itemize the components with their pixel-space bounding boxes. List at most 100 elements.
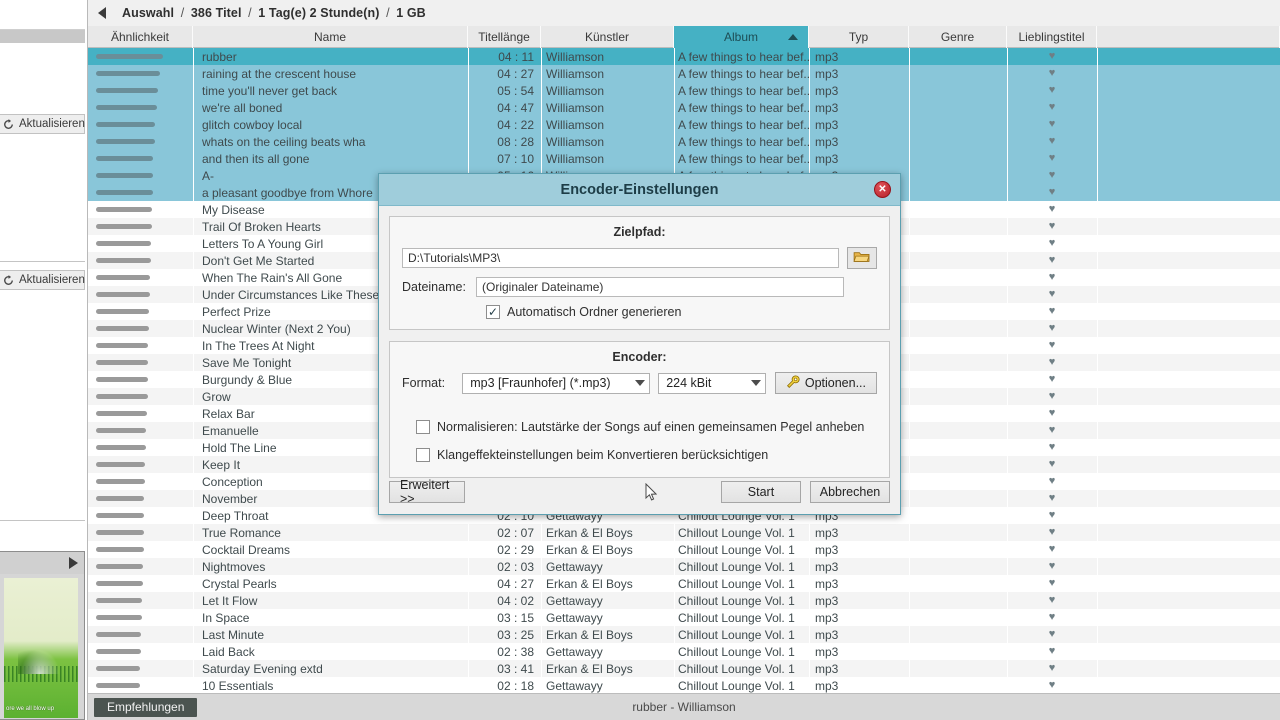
normalize-checkbox[interactable] [416, 420, 430, 434]
cancel-button[interactable]: Abbrechen [810, 481, 890, 503]
table-row[interactable]: 10 Essentials 02 : 18 Gettawayy Chillout Lo… [88, 677, 1280, 693]
column-header-sim[interactable]: Ähnlichkeit [88, 26, 193, 48]
heart-icon[interactable]: ♥ [1049, 408, 1056, 419]
table-row[interactable]: Nightmoves 02 : 03 Gettawayy Chillout Loung… [88, 558, 1280, 575]
heart-icon[interactable]: ♥ [1049, 544, 1056, 555]
back-arrow-icon[interactable] [88, 0, 116, 26]
folder-open-icon [853, 250, 871, 267]
heart-icon[interactable]: ♥ [1049, 323, 1056, 334]
table-row[interactable]: Saturday Evening extd 03 : 41 Erkan & El B… [88, 660, 1280, 677]
refresh-button-lower[interactable]: Aktualisieren [0, 270, 85, 290]
heart-icon[interactable]: ♥ [1049, 306, 1056, 317]
table-row[interactable]: whats on the ceiling beats wha 08 : 28 Wil… [88, 133, 1280, 150]
heart-icon[interactable]: ♥ [1049, 476, 1056, 487]
heart-icon[interactable]: ♥ [1049, 119, 1056, 130]
encoder-settings-dialog[interactable]: Encoder-Einstellungen ✕ Zielpfad: D:\Tut… [378, 173, 901, 515]
column-header-gen[interactable]: Genre [909, 26, 1007, 48]
heart-icon[interactable]: ♥ [1049, 102, 1056, 113]
heart-icon[interactable]: ♥ [1049, 680, 1056, 691]
refresh-label-upper: Aktualisieren [19, 118, 85, 130]
breadcrumb-selection[interactable]: Auswahl [122, 6, 174, 20]
column-header-extra[interactable] [1097, 26, 1280, 48]
column-header-typ[interactable]: Typ [809, 26, 909, 48]
heart-icon[interactable]: ♥ [1049, 51, 1056, 62]
heart-icon[interactable]: ♥ [1049, 612, 1056, 623]
options-button[interactable]: Optionen... [774, 372, 877, 394]
advanced-button[interactable]: Erweitert >> [389, 478, 465, 506]
table-row[interactable]: Let It Flow 04 : 02 Gettawayy Chillout Loun… [88, 592, 1280, 609]
heart-icon[interactable]: ♥ [1049, 289, 1056, 300]
table-row[interactable]: time you'll never get back 05 : 54 William… [88, 82, 1280, 99]
filename-input[interactable]: (Originaler Dateiname) [476, 277, 844, 297]
table-row[interactable]: we're all boned 04 : 47 Williamson A few th… [88, 99, 1280, 116]
table-row[interactable]: Cocktail Dreams 02 : 29 Erkan & El Boys Chi… [88, 541, 1280, 558]
heart-icon[interactable]: ♥ [1049, 68, 1056, 79]
heart-icon[interactable]: ♥ [1049, 425, 1056, 436]
target-path-input[interactable]: D:\Tutorials\MP3\ [402, 248, 840, 268]
sidebar-section-divider [0, 30, 85, 43]
heart-icon[interactable]: ♥ [1049, 340, 1056, 351]
table-row[interactable]: rubber 04 : 11 Williamson A few things to h… [88, 48, 1280, 65]
soundfx-row[interactable]: Klangeffekteinstellungen beim Konvertier… [416, 448, 877, 462]
play-icon[interactable] [69, 557, 78, 569]
heart-icon[interactable]: ♥ [1049, 204, 1056, 215]
table-row[interactable]: and then its all gone 07 : 10 Williamson A … [88, 150, 1280, 167]
cell-art: Williamson [546, 117, 605, 132]
album-art-preview-card[interactable]: ore we all blow up [0, 551, 85, 720]
start-button[interactable]: Start [721, 481, 801, 503]
column-header-art[interactable]: Künstler [541, 26, 674, 48]
bitrate-select[interactable]: 224 kBit [658, 372, 766, 394]
table-row[interactable]: glitch cowboy local 04 : 22 Williamson A fe… [88, 116, 1280, 133]
heart-icon[interactable]: ♥ [1049, 595, 1056, 606]
heart-icon[interactable]: ♥ [1049, 561, 1056, 572]
close-icon[interactable]: ✕ [874, 181, 891, 198]
table-row[interactable]: Laid Back 02 : 38 Gettawayy Chillout Lounge… [88, 643, 1280, 660]
heart-icon[interactable]: ♥ [1049, 221, 1056, 232]
heart-icon[interactable]: ♥ [1049, 187, 1056, 198]
heart-icon[interactable]: ♥ [1049, 442, 1056, 453]
normalize-row[interactable]: Normalisieren: Lautstärke der Songs auf … [416, 420, 877, 434]
auto-folder-row[interactable]: ✓ Automatisch Ordner generieren [486, 305, 877, 319]
column-header-len[interactable]: Titellänge [468, 26, 541, 48]
similarity-bar-cell [88, 99, 193, 116]
column-header-alb[interactable]: Album [674, 26, 809, 48]
heart-icon[interactable]: ♥ [1049, 646, 1056, 657]
similarity-bar-cell [88, 320, 193, 337]
heart-icon[interactable]: ♥ [1049, 170, 1056, 181]
similarity-bar-cell [88, 677, 193, 693]
heart-icon[interactable]: ♥ [1049, 510, 1056, 521]
heart-icon[interactable]: ♥ [1049, 459, 1056, 470]
breadcrumb-bar: Auswahl / 386 Titel / 1 Tag(e) 2 Stunde(… [88, 0, 1280, 26]
cell-len: 02 : 29 [497, 542, 534, 557]
browse-folder-button[interactable] [847, 247, 877, 269]
heart-icon[interactable]: ♥ [1049, 578, 1056, 589]
format-select[interactable]: mp3 [Fraunhofer] (*.mp3) [462, 372, 651, 394]
table-row[interactable]: In Space 03 : 15 Gettawayy Chillout Lounge … [88, 609, 1280, 626]
heart-icon[interactable]: ♥ [1049, 663, 1056, 674]
table-row[interactable]: Crystal Pearls 04 : 27 Erkan & El Boys Chil… [88, 575, 1280, 592]
favorite-cell: ♥ [1007, 439, 1097, 456]
heart-icon[interactable]: ♥ [1049, 527, 1056, 538]
heart-icon[interactable]: ♥ [1049, 136, 1056, 147]
heart-icon[interactable]: ♥ [1049, 85, 1056, 96]
heart-icon[interactable]: ♥ [1049, 272, 1056, 283]
similarity-bar [96, 445, 146, 450]
heart-icon[interactable]: ♥ [1049, 153, 1056, 164]
table-row[interactable]: Last Minute 03 : 25 Erkan & El Boys Chillou… [88, 626, 1280, 643]
heart-icon[interactable]: ♥ [1049, 391, 1056, 402]
similarity-bar [96, 632, 141, 637]
soundfx-checkbox[interactable] [416, 448, 430, 462]
heart-icon[interactable]: ♥ [1049, 374, 1056, 385]
table-row[interactable]: True Romance 02 : 07 Erkan & El Boys Chillo… [88, 524, 1280, 541]
column-header-name[interactable]: Name [193, 26, 468, 48]
refresh-button-upper[interactable]: Aktualisieren [0, 114, 85, 134]
table-row[interactable]: raining at the crescent house 04 : 27 Will… [88, 65, 1280, 82]
heart-icon[interactable]: ♥ [1049, 255, 1056, 266]
cell-len: 03 : 25 [497, 627, 534, 642]
auto-folder-checkbox[interactable]: ✓ [486, 305, 500, 319]
heart-icon[interactable]: ♥ [1049, 238, 1056, 249]
column-header-fav[interactable]: Lieblingstitel [1007, 26, 1097, 48]
heart-icon[interactable]: ♥ [1049, 629, 1056, 640]
heart-icon[interactable]: ♥ [1049, 357, 1056, 368]
heart-icon[interactable]: ♥ [1049, 493, 1056, 504]
